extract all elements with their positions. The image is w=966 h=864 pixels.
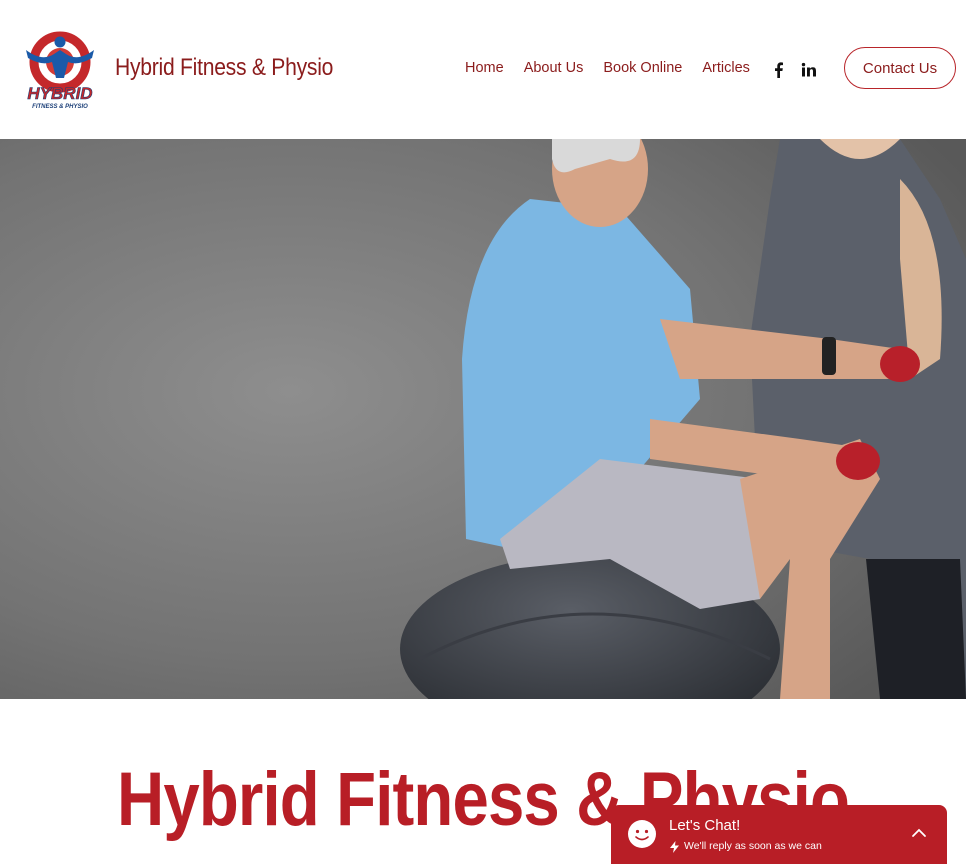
chat-subtitle: We'll reply as soon as we can — [684, 840, 822, 852]
svg-text:HYBRID: HYBRID — [27, 84, 92, 103]
facebook-icon[interactable] — [770, 61, 788, 79]
hero-image — [0, 139, 966, 699]
svg-text:FITNESS & PHYSIO: FITNESS & PHYSIO — [32, 104, 88, 110]
nav-about-us[interactable]: About Us — [524, 60, 584, 76]
main-nav: Home About Us Book Online Articles — [465, 60, 750, 76]
chat-title: Let's Chat! — [669, 817, 741, 834]
site-logo[interactable]: HYBRID FITNESS & PHYSIO — [16, 28, 104, 112]
brand-name[interactable]: Hybrid Fitness & Physio — [115, 54, 333, 82]
chevron-up-icon[interactable] — [911, 827, 927, 839]
contact-us-button[interactable]: Contact Us — [844, 47, 956, 89]
smiley-icon — [628, 820, 656, 848]
hero-photo-illustration — [0, 139, 966, 699]
site-header: HYBRID FITNESS & PHYSIO Hybrid Fitness &… — [0, 0, 966, 139]
nav-home[interactable]: Home — [465, 60, 504, 76]
linkedin-icon[interactable] — [800, 61, 818, 79]
social-links — [770, 61, 818, 79]
chat-widget[interactable]: Let's Chat! We'll reply as soon as we ca… — [611, 805, 947, 864]
nav-articles[interactable]: Articles — [702, 60, 750, 76]
nav-book-online[interactable]: Book Online — [603, 60, 682, 76]
lightning-icon — [670, 841, 679, 853]
